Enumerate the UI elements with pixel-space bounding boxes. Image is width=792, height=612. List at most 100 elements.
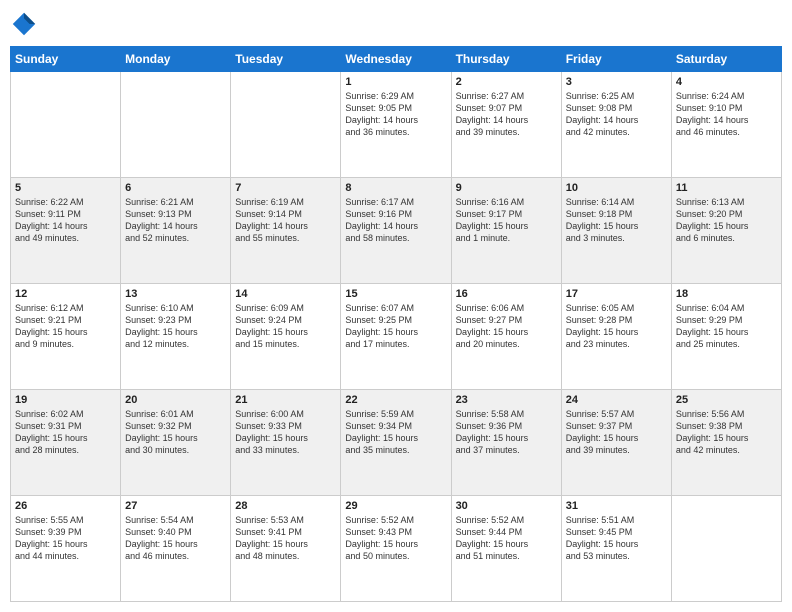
day-info: Sunrise: 6:22 AM Sunset: 9:11 PM Dayligh… [15,196,116,245]
day-cell: 23 Sunrise: 5:58 AM Sunset: 9:36 PM Dayli… [451,390,561,496]
day-info: Sunrise: 6:29 AM Sunset: 9:05 PM Dayligh… [345,90,446,139]
day-info: Sunrise: 6:24 AM Sunset: 9:10 PM Dayligh… [676,90,777,139]
day-info: Sunrise: 6:25 AM Sunset: 9:08 PM Dayligh… [566,90,667,139]
day-cell: 22 Sunrise: 5:59 AM Sunset: 9:34 PM Dayli… [341,390,451,496]
day-number: 4 [676,76,777,88]
day-cell: 4 Sunrise: 6:24 AM Sunset: 9:10 PM Daylig… [671,72,781,178]
day-info: Sunrise: 5:55 AM Sunset: 9:39 PM Dayligh… [15,514,116,563]
day-cell: 26 Sunrise: 5:55 AM Sunset: 9:39 PM Dayli… [11,496,121,602]
day-number: 8 [345,182,446,194]
day-cell: 30 Sunrise: 5:52 AM Sunset: 9:44 PM Dayli… [451,496,561,602]
calendar-table: SundayMondayTuesdayWednesdayThursdayFrid… [10,46,782,602]
day-number: 21 [235,394,336,406]
weekday-header-tuesday: Tuesday [231,47,341,72]
day-number: 10 [566,182,667,194]
day-cell: 17 Sunrise: 6:05 AM Sunset: 9:28 PM Dayli… [561,284,671,390]
week-row-2: 12 Sunrise: 6:12 AM Sunset: 9:21 PM Dayli… [11,284,782,390]
day-info: Sunrise: 6:00 AM Sunset: 9:33 PM Dayligh… [235,408,336,457]
day-cell: 31 Sunrise: 5:51 AM Sunset: 9:45 PM Dayli… [561,496,671,602]
day-info: Sunrise: 5:59 AM Sunset: 9:34 PM Dayligh… [345,408,446,457]
weekday-header-monday: Monday [121,47,231,72]
day-number: 11 [676,182,777,194]
day-number: 2 [456,76,557,88]
day-number: 22 [345,394,446,406]
day-cell: 28 Sunrise: 5:53 AM Sunset: 9:41 PM Dayli… [231,496,341,602]
weekday-header-sunday: Sunday [11,47,121,72]
day-number: 9 [456,182,557,194]
day-cell: 10 Sunrise: 6:14 AM Sunset: 9:18 PM Dayli… [561,178,671,284]
day-cell: 2 Sunrise: 6:27 AM Sunset: 9:07 PM Daylig… [451,72,561,178]
day-cell: 19 Sunrise: 6:02 AM Sunset: 9:31 PM Dayli… [11,390,121,496]
day-number: 25 [676,394,777,406]
day-number: 15 [345,288,446,300]
day-cell: 11 Sunrise: 6:13 AM Sunset: 9:20 PM Dayli… [671,178,781,284]
day-number: 14 [235,288,336,300]
day-info: Sunrise: 6:02 AM Sunset: 9:31 PM Dayligh… [15,408,116,457]
day-number: 27 [125,500,226,512]
day-cell [671,496,781,602]
day-info: Sunrise: 5:54 AM Sunset: 9:40 PM Dayligh… [125,514,226,563]
day-cell: 29 Sunrise: 5:52 AM Sunset: 9:43 PM Dayli… [341,496,451,602]
day-info: Sunrise: 6:10 AM Sunset: 9:23 PM Dayligh… [125,302,226,351]
day-number: 20 [125,394,226,406]
day-info: Sunrise: 6:21 AM Sunset: 9:13 PM Dayligh… [125,196,226,245]
day-number: 7 [235,182,336,194]
day-info: Sunrise: 5:52 AM Sunset: 9:44 PM Dayligh… [456,514,557,563]
day-info: Sunrise: 5:58 AM Sunset: 9:36 PM Dayligh… [456,408,557,457]
day-info: Sunrise: 5:52 AM Sunset: 9:43 PM Dayligh… [345,514,446,563]
day-info: Sunrise: 6:05 AM Sunset: 9:28 PM Dayligh… [566,302,667,351]
day-number: 3 [566,76,667,88]
day-cell: 14 Sunrise: 6:09 AM Sunset: 9:24 PM Dayli… [231,284,341,390]
day-info: Sunrise: 6:06 AM Sunset: 9:27 PM Dayligh… [456,302,557,351]
day-cell: 13 Sunrise: 6:10 AM Sunset: 9:23 PM Dayli… [121,284,231,390]
day-number: 6 [125,182,226,194]
day-info: Sunrise: 6:09 AM Sunset: 9:24 PM Dayligh… [235,302,336,351]
day-info: Sunrise: 6:14 AM Sunset: 9:18 PM Dayligh… [566,196,667,245]
weekday-header-thursday: Thursday [451,47,561,72]
day-info: Sunrise: 5:53 AM Sunset: 9:41 PM Dayligh… [235,514,336,563]
week-row-1: 5 Sunrise: 6:22 AM Sunset: 9:11 PM Daylig… [11,178,782,284]
day-info: Sunrise: 6:04 AM Sunset: 9:29 PM Dayligh… [676,302,777,351]
day-cell: 24Sunrise: 5:57 AM Sunset: 9:37 PM Dayli… [561,390,671,496]
day-cell: 7 Sunrise: 6:19 AM Sunset: 9:14 PM Daylig… [231,178,341,284]
day-number: 31 [566,500,667,512]
day-cell: 20 Sunrise: 6:01 AM Sunset: 9:32 PM Dayli… [121,390,231,496]
logo [10,10,40,38]
day-number: 5 [15,182,116,194]
day-info: Sunrise: 6:13 AM Sunset: 9:20 PM Dayligh… [676,196,777,245]
day-number: 19 [15,394,116,406]
day-number: 30 [456,500,557,512]
logo-icon [10,10,38,38]
day-number: 23 [456,394,557,406]
day-cell: 1 Sunrise: 6:29 AM Sunset: 9:05 PM Daylig… [341,72,451,178]
day-info: Sunrise: 6:17 AM Sunset: 9:16 PM Dayligh… [345,196,446,245]
day-cell: 21 Sunrise: 6:00 AM Sunset: 9:33 PM Dayli… [231,390,341,496]
day-cell: 9Sunrise: 6:16 AM Sunset: 9:17 PM Daylig… [451,178,561,284]
day-info: Sunrise: 5:51 AM Sunset: 9:45 PM Dayligh… [566,514,667,563]
day-info: Sunrise: 5:56 AM Sunset: 9:38 PM Dayligh… [676,408,777,457]
day-cell: 25 Sunrise: 5:56 AM Sunset: 9:38 PM Dayli… [671,390,781,496]
day-cell: 6 Sunrise: 6:21 AM Sunset: 9:13 PM Daylig… [121,178,231,284]
day-number: 13 [125,288,226,300]
day-number: 16 [456,288,557,300]
day-info: Sunrise: 6:27 AM Sunset: 9:07 PM Dayligh… [456,90,557,139]
day-cell: 15 Sunrise: 6:07 AM Sunset: 9:25 PM Dayli… [341,284,451,390]
day-number: 1 [345,76,446,88]
day-number: 26 [15,500,116,512]
day-number: 12 [15,288,116,300]
day-info: Sunrise: 6:01 AM Sunset: 9:32 PM Dayligh… [125,408,226,457]
day-info: Sunrise: 5:57 AM Sunset: 9:37 PM Dayligh… [566,408,667,457]
weekday-header-saturday: Saturday [671,47,781,72]
weekday-header-wednesday: Wednesday [341,47,451,72]
week-row-0: 1 Sunrise: 6:29 AM Sunset: 9:05 PM Daylig… [11,72,782,178]
day-number: 29 [345,500,446,512]
day-info: Sunrise: 6:07 AM Sunset: 9:25 PM Dayligh… [345,302,446,351]
day-number: 28 [235,500,336,512]
day-number: 17 [566,288,667,300]
weekday-header-friday: Friday [561,47,671,72]
day-cell: 18Sunrise: 6:04 AM Sunset: 9:29 PM Dayli… [671,284,781,390]
week-row-4: 26 Sunrise: 5:55 AM Sunset: 9:39 PM Dayli… [11,496,782,602]
day-info: Sunrise: 6:12 AM Sunset: 9:21 PM Dayligh… [15,302,116,351]
day-cell: 27 Sunrise: 5:54 AM Sunset: 9:40 PM Dayli… [121,496,231,602]
day-info: Sunrise: 6:19 AM Sunset: 9:14 PM Dayligh… [235,196,336,245]
